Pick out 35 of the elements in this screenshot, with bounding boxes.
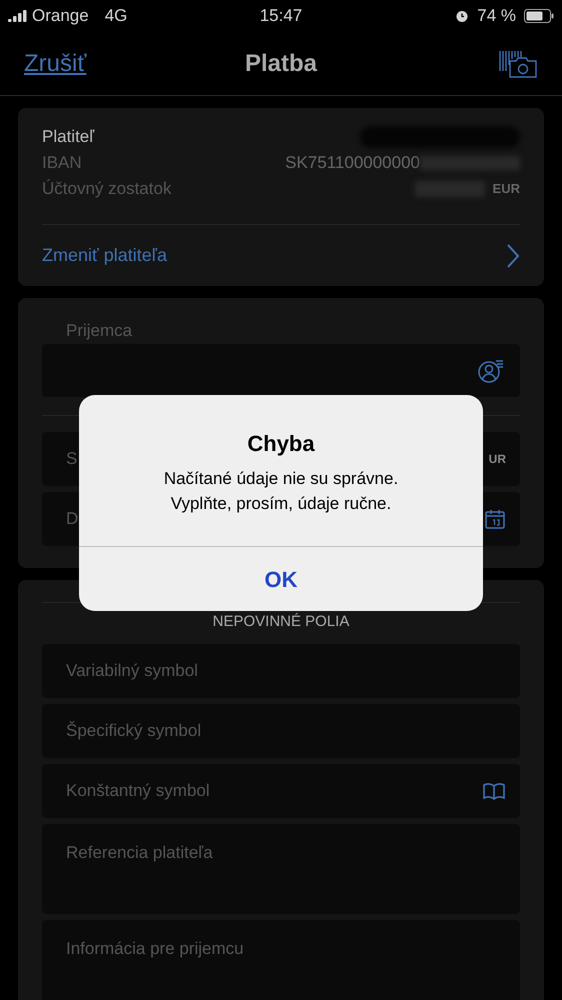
- battery-icon: [524, 9, 554, 23]
- input-field[interactable]: Informácia pre prijemcu: [42, 920, 520, 1000]
- chevron-right-icon[interactable]: [506, 242, 520, 268]
- iban-value: SK751100000000: [285, 152, 420, 174]
- field-label: S: [66, 448, 78, 470]
- book-icon[interactable]: [482, 782, 506, 800]
- signal-icon: [8, 10, 28, 22]
- screen-title: Platba: [244, 48, 318, 78]
- iban-label: IBAN: [42, 152, 82, 174]
- currency-label: UR: [488, 451, 506, 468]
- cancel-link[interactable]: Zrušiť: [24, 46, 114, 82]
- carrier-name: Orange: [32, 5, 89, 28]
- barcode-camera-icon[interactable]: [498, 48, 538, 78]
- alarm-icon: [455, 9, 470, 23]
- alert-message: Načítané údaje nie su správne.: [164, 468, 398, 490]
- calendar-icon[interactable]: [484, 508, 506, 530]
- alert-title: Chyba: [247, 430, 315, 458]
- ok-button[interactable]: OK: [79, 546, 483, 611]
- change-payer-link[interactable]: Zmeniť platiteľa: [42, 242, 168, 269]
- input-field[interactable]: Referencia platiteľa: [42, 824, 520, 914]
- balance-label: Účtovný zostatok: [42, 178, 172, 200]
- section-heading: NEPOVINNÉ POLIA: [212, 612, 350, 632]
- contact-list-icon[interactable]: [478, 358, 504, 382]
- clock-time: 15:47: [260, 5, 302, 28]
- input-field[interactable]: Špecifický symbol: [42, 704, 520, 758]
- alert-message: Vyplňte, prosím, údaje ručne.: [170, 493, 392, 515]
- recipient-field[interactable]: [42, 344, 520, 397]
- battery-percent: 74 %: [477, 5, 516, 28]
- field-label: D: [66, 508, 78, 530]
- input-field[interactable]: Variabilný symbol: [42, 644, 520, 698]
- network-type: 4G: [104, 5, 128, 28]
- currency-label: EUR: [492, 180, 520, 198]
- recipient-label: Prijemca: [66, 320, 134, 342]
- input-field[interactable]: Konštantný symbol: [42, 764, 520, 818]
- payer-label: Platiteľ: [42, 126, 94, 148]
